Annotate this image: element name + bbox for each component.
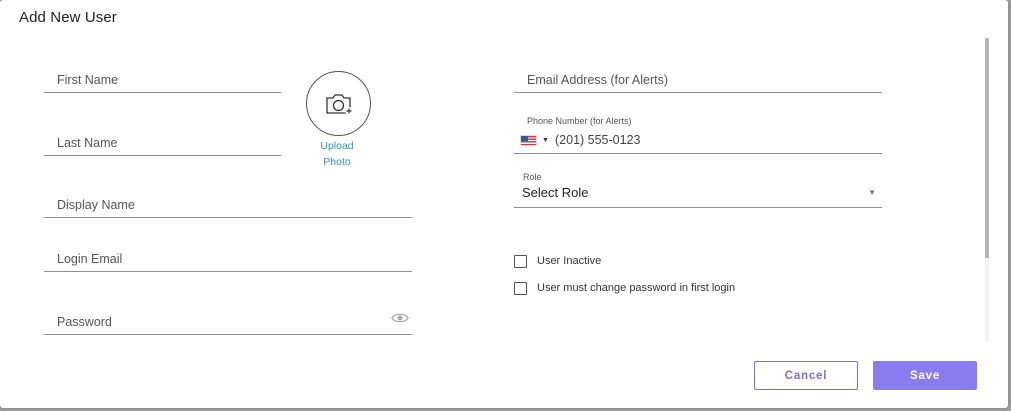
- alert-email-input[interactable]: Email Address (for Alerts): [514, 68, 882, 93]
- upload-photo-link[interactable]: Upload Photo: [308, 139, 366, 170]
- change-password-label[interactable]: User must change password in first login: [537, 282, 735, 294]
- password-input[interactable]: Password: [44, 310, 412, 335]
- chevron-down-icon: ▼: [868, 188, 876, 197]
- password-placeholder: Password: [57, 315, 112, 329]
- country-caret-icon[interactable]: ▼: [542, 137, 549, 144]
- user-inactive-label[interactable]: User Inactive: [537, 255, 601, 267]
- phone-label: Phone Number (for Alerts): [527, 116, 632, 126]
- login-email-input[interactable]: Login Email: [44, 247, 412, 272]
- user-inactive-row: User Inactive: [514, 254, 601, 268]
- display-name-input[interactable]: Display Name: [44, 193, 412, 218]
- phone-placeholder: (201) 555-0123: [555, 133, 641, 147]
- user-inactive-checkbox[interactable]: [514, 254, 527, 268]
- display-name-placeholder: Display Name: [57, 198, 135, 212]
- scrollbar-thumb[interactable]: [985, 38, 989, 258]
- phone-input[interactable]: ▼ (201) 555-0123: [514, 128, 882, 154]
- cancel-button[interactable]: Cancel: [754, 361, 858, 390]
- role-value: Select Role: [522, 185, 589, 200]
- first-name-placeholder: First Name: [57, 73, 119, 87]
- change-password-row: User must change password in first login: [514, 281, 735, 295]
- upload-label: Upload: [320, 140, 354, 152]
- role-select[interactable]: Select Role ▼: [514, 182, 882, 208]
- last-name-input[interactable]: Last Name: [44, 131, 281, 156]
- role-label: Role: [523, 172, 542, 182]
- camera-plus-icon: [325, 93, 353, 115]
- first-name-input[interactable]: First Name: [44, 68, 281, 93]
- photo-label: Photo: [323, 155, 351, 168]
- login-email-placeholder: Login Email: [57, 252, 123, 266]
- upload-photo-button[interactable]: [306, 71, 371, 136]
- show-password-eye-icon[interactable]: [391, 311, 409, 325]
- add-user-dialog: Add New User First Name Last Name Upload…: [0, 0, 1008, 408]
- us-flag-icon[interactable]: [520, 135, 537, 146]
- change-password-checkbox[interactable]: [514, 281, 527, 295]
- last-name-placeholder: Last Name: [57, 136, 118, 150]
- dialog-title: Add New User: [19, 9, 117, 26]
- alert-email-placeholder: Email Address (for Alerts): [527, 73, 669, 87]
- save-button[interactable]: Save: [873, 361, 977, 390]
